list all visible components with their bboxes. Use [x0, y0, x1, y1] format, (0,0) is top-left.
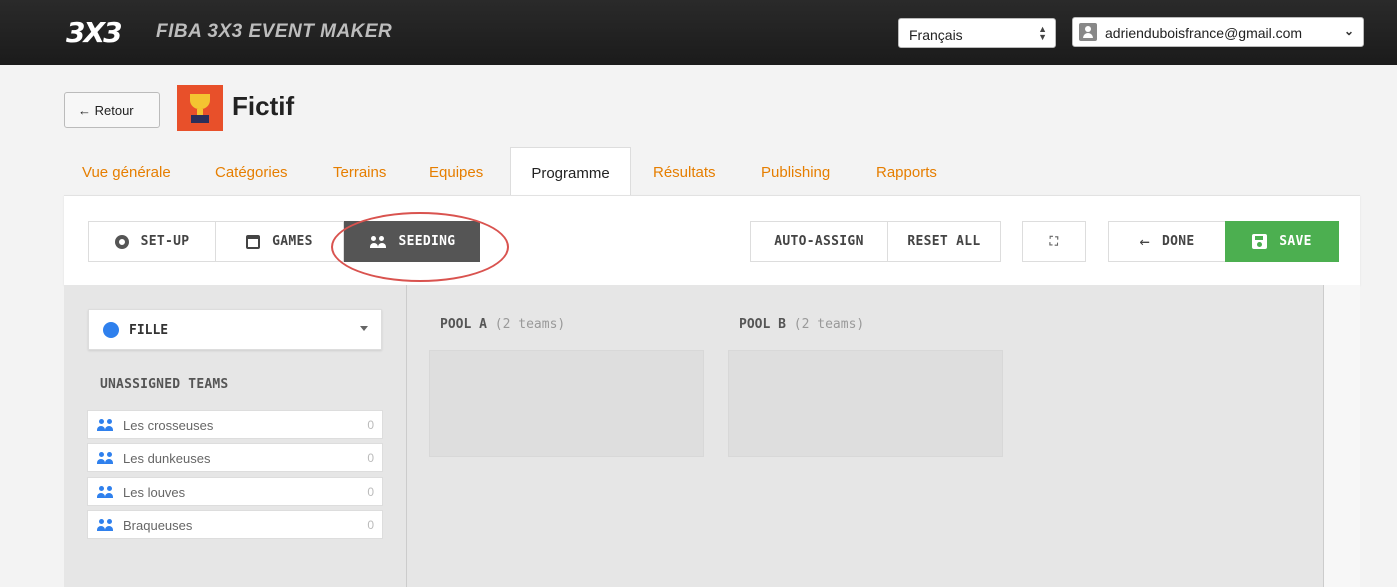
user-icon	[1079, 23, 1097, 41]
gear-icon	[114, 234, 129, 249]
people-icon	[96, 519, 114, 531]
seeding-button[interactable]: SEEDING	[344, 221, 480, 262]
people-icon	[96, 452, 114, 464]
user-menu[interactable]: adrienduboisfrance@gmail.com ⌄	[1072, 17, 1364, 47]
tab-programme[interactable]: Programme	[510, 147, 631, 196]
category-select[interactable]: FILLE	[88, 309, 382, 350]
back-button[interactable]: ← Retour	[64, 92, 160, 128]
pool-b-dropzone[interactable]	[728, 350, 1003, 457]
people-icon	[96, 419, 114, 431]
event-title: Fictif	[232, 91, 295, 121]
arrow-left-icon: ←	[1139, 231, 1151, 252]
fullscreen-icon: ⛶	[1049, 234, 1059, 248]
select-arrows-icon: ▲ ▼	[1038, 24, 1047, 42]
pool-a-title: POOL A (2 teams)	[440, 317, 565, 332]
team-count: 0	[367, 418, 374, 432]
pool-info: (2 teams)	[793, 317, 865, 332]
done-label: DONE	[1162, 234, 1195, 249]
setup-button[interactable]: SET-UP	[88, 221, 216, 262]
seeding-label: SEEDING	[398, 234, 456, 249]
tab-terrains[interactable]: Terrains	[333, 147, 386, 196]
team-name: Braqueuses	[123, 518, 193, 533]
team-count: 0	[367, 518, 374, 532]
trophy-icon	[177, 85, 223, 131]
people-icon	[96, 486, 114, 498]
team-item[interactable]: Braqueuses 0	[87, 510, 383, 539]
team-item[interactable]: Les dunkeuses 0	[87, 443, 383, 472]
user-email: adrienduboisfrance@gmail.com	[1105, 25, 1303, 41]
tab-vue-generale[interactable]: Vue générale	[82, 147, 171, 196]
caret-down-icon	[360, 326, 368, 331]
pool-b-title: POOL B (2 teams)	[739, 317, 864, 332]
chevron-down-icon: ⌄	[1343, 24, 1354, 38]
fiba-3x3-logo[interactable]: 3X3	[66, 16, 123, 49]
tab-rapports[interactable]: Rapports	[876, 147, 937, 196]
tab-categories[interactable]: Catégories	[215, 147, 288, 196]
team-name: Les dunkeuses	[123, 451, 211, 466]
app-brand-title: FIBA 3X3 EVENT MAKER	[156, 21, 393, 42]
language-select[interactable]: Français ▲ ▼	[898, 18, 1056, 48]
top-bar: 3X3 FIBA 3X3 EVENT MAKER Français ▲ ▼ adr…	[0, 0, 1397, 65]
language-value: Français	[909, 27, 963, 43]
save-label: SAVE	[1279, 234, 1312, 249]
pool-info: (2 teams)	[494, 317, 566, 332]
team-item[interactable]: Les louves 0	[87, 477, 383, 506]
games-label: GAMES	[272, 234, 313, 249]
pool-name: POOL A	[440, 317, 487, 332]
auto-assign-button[interactable]: AUTO-ASSIGN	[750, 221, 888, 262]
pool-name: POOL B	[739, 317, 786, 332]
floppy-disk-icon	[1252, 234, 1268, 249]
category-label: FILLE	[129, 323, 169, 338]
tab-resultats[interactable]: Résultats	[653, 147, 716, 196]
save-button[interactable]: SAVE	[1225, 221, 1339, 262]
calendar-icon	[246, 234, 261, 249]
tab-equipes[interactable]: Equipes	[429, 147, 483, 196]
fullscreen-button[interactable]: ⛶	[1022, 221, 1086, 262]
games-button[interactable]: GAMES	[215, 221, 344, 262]
tab-publishing[interactable]: Publishing	[761, 147, 830, 196]
team-count: 0	[367, 451, 374, 465]
done-button[interactable]: ← DONE	[1108, 221, 1226, 262]
team-name: Les louves	[123, 485, 186, 500]
team-item[interactable]: Les crosseuses 0	[87, 410, 383, 439]
team-count: 0	[367, 485, 374, 499]
category-color-dot	[103, 322, 119, 338]
right-strip	[1324, 285, 1360, 587]
people-icon	[369, 235, 387, 248]
reset-all-button[interactable]: RESET ALL	[887, 221, 1001, 262]
unassigned-teams-heading: UNASSIGNED TEAMS	[100, 377, 229, 392]
setup-label: SET-UP	[140, 234, 190, 249]
pool-a-dropzone[interactable]	[429, 350, 704, 457]
team-name: Les crosseuses	[123, 418, 214, 433]
